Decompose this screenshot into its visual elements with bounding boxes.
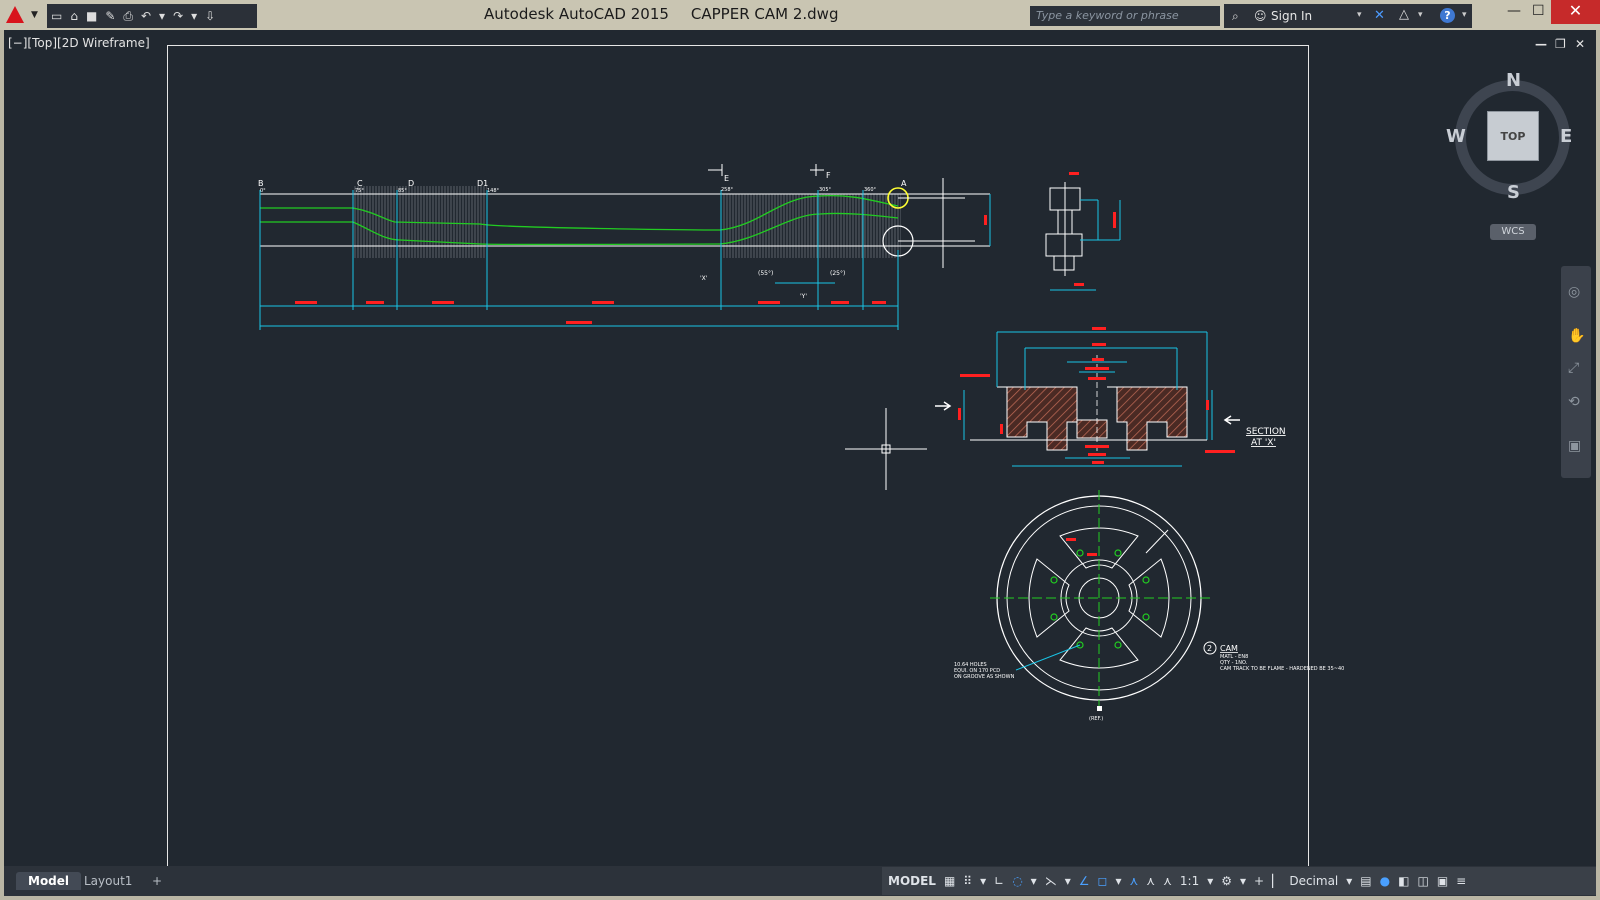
units-selector[interactable]: Decimal: [1289, 874, 1338, 888]
wcs-menu-button[interactable]: WCS: [1490, 224, 1536, 240]
polar-tracking-icon[interactable]: ◌: [1012, 874, 1022, 888]
model-space-toggle[interactable]: MODEL: [888, 874, 936, 888]
compass-north[interactable]: N: [1506, 70, 1521, 91]
annotation-visibility-icon[interactable]: ⋏: [1130, 874, 1139, 888]
cam-balloon-number: 2: [1207, 644, 1212, 653]
hatch-region-ef: [721, 194, 901, 258]
workspace-gear-icon[interactable]: ⚙: [1221, 874, 1232, 888]
osnap-dropdown-icon[interactable]: ▾: [1115, 874, 1121, 888]
compass-west[interactable]: W: [1446, 126, 1466, 147]
hole-note-3: ON GROOVE AS SHOWN: [954, 674, 1015, 680]
cam-note-hardening: CAM TRACK TO BE FLAME - HARDENED BE 35~4…: [1220, 666, 1344, 672]
grid-icon[interactable]: ▦: [944, 874, 955, 888]
section-title: SECTION: [1246, 427, 1286, 437]
cad-drawing: B C D D1 E F A 0° 75° 85° 148° 258° 305°…: [258, 164, 1344, 722]
orbit-icon[interactable]: ⟲: [1568, 394, 1580, 410]
side-view-detail: [1045, 172, 1121, 291]
quick-properties-icon[interactable]: ▤: [1360, 874, 1371, 888]
workspace-dropdown-icon[interactable]: ▾: [1240, 874, 1246, 888]
cam-curve-upper: [260, 207, 721, 231]
section-arrow-left: [935, 401, 952, 411]
angle-75: 75°: [355, 188, 364, 194]
angle-258: 258°: [721, 187, 734, 193]
y-mark-label: 'Y': [800, 293, 807, 300]
graphics-performance-icon[interactable]: ◫: [1417, 874, 1428, 888]
zoom-extents-icon[interactable]: ⤢: [1568, 360, 1579, 376]
clean-screen-icon[interactable]: ▣: [1437, 874, 1448, 888]
x-mark-label: 'X': [700, 275, 708, 282]
steering-wheel-icon[interactable]: ◎: [1568, 284, 1580, 300]
object-snap-icon[interactable]: ◻: [1098, 874, 1108, 888]
label-f: F: [826, 171, 831, 180]
compass-south[interactable]: S: [1507, 182, 1520, 203]
isolate-objects-icon[interactable]: ◧: [1398, 874, 1409, 888]
add-layout-tab-button[interactable]: +: [140, 872, 174, 890]
tab-layout1[interactable]: Layout1: [72, 872, 144, 890]
label-a: A: [901, 179, 907, 188]
units-divider-icon: ▏: [1272, 874, 1282, 888]
compass-east[interactable]: E: [1560, 126, 1572, 147]
label-d: D: [408, 179, 414, 188]
cam-development-view: B C D D1 E F A 0° 75° 85° 148° 258° 305°…: [258, 164, 991, 330]
cam-plan-view: (REF.) 2 CAM MATL - EN8 QTY - 1NO. CAM T…: [954, 490, 1344, 722]
isodraft-icon[interactable]: ⋋: [1045, 874, 1057, 888]
object-snap-tracking-icon[interactable]: ∠: [1079, 874, 1090, 888]
annotation-scale-icon[interactable]: ⋏: [1163, 874, 1172, 888]
section-arrow-right: [1223, 415, 1240, 425]
scale-dropdown-icon[interactable]: ▾: [1207, 874, 1213, 888]
hardware-acceleration-icon[interactable]: ●: [1380, 874, 1390, 888]
showmotion-icon[interactable]: ▣: [1568, 438, 1581, 454]
status-bar: MODEL ▦ ⠿ ▾ ∟ ◌ ▾ ⋋ ▾ ∠ ◻ ▾ ⋏ ⋏ ⋏ 1:1 ▾ …: [882, 867, 1596, 895]
label-e: E: [724, 174, 729, 183]
viewcube-top-face[interactable]: TOP: [1487, 111, 1539, 161]
label-d1: D1: [477, 179, 488, 188]
polar-dropdown-icon[interactable]: ▾: [1031, 874, 1037, 888]
angle-148: 148°: [487, 188, 500, 194]
angle-55-label: (55°): [758, 270, 773, 277]
pan-icon[interactable]: ✋: [1568, 328, 1585, 344]
isodraft-dropdown-icon[interactable]: ▾: [1065, 874, 1071, 888]
label-b: B: [258, 179, 264, 188]
navigation-bar: ◎ ✋ ⤢ ⟲ ▣: [1561, 266, 1591, 478]
annotation-autoscale-icon[interactable]: ⋏: [1146, 874, 1155, 888]
annotation-scale-value[interactable]: 1:1: [1180, 874, 1199, 888]
angle-25-label: (25°): [830, 270, 845, 277]
angle-0: 0°: [260, 188, 266, 194]
annotation-monitor-icon[interactable]: +: [1254, 874, 1264, 888]
section-subtitle: AT 'X': [1251, 438, 1276, 448]
snap-dropdown-icon[interactable]: ▾: [980, 874, 986, 888]
section-view-x: SECTION AT 'X': [935, 327, 1286, 467]
cam-title: CAM: [1220, 644, 1238, 653]
crosshair-cursor-icon: [845, 408, 927, 490]
label-c: C: [357, 179, 363, 188]
angle-85: 85°: [398, 188, 407, 194]
angle-305: 305°: [819, 187, 832, 193]
ref-mark-label: (REF.): [1089, 716, 1103, 722]
units-dropdown-icon[interactable]: ▾: [1346, 874, 1352, 888]
angle-360: 360°: [864, 187, 877, 193]
customization-menu-icon[interactable]: ≡: [1456, 874, 1466, 888]
ortho-mode-icon[interactable]: ∟: [994, 874, 1004, 888]
snap-mode-icon[interactable]: ⠿: [963, 874, 972, 888]
